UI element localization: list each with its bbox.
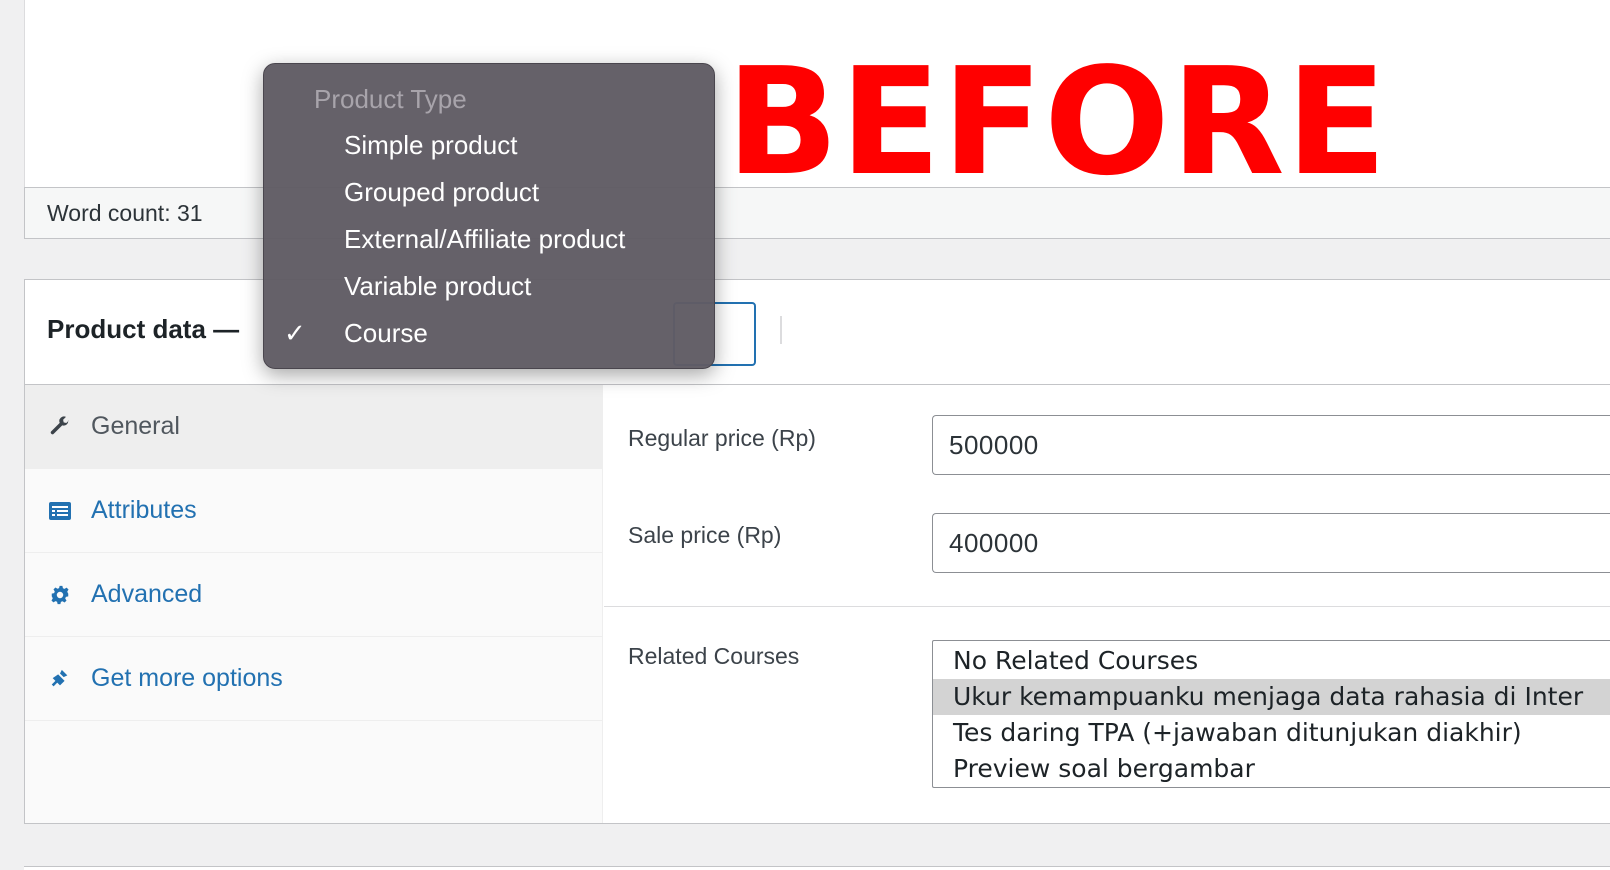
product-type-dropdown-menu: Product Type Simple product Grouped prod…: [263, 63, 715, 369]
menu-item-label: Simple product: [344, 130, 518, 160]
product-data-tabs: General Attributes Advanced Get more opt…: [25, 385, 603, 823]
word-count: Word count: 31: [47, 199, 203, 226]
sale-price-input[interactable]: 400000: [932, 513, 1610, 573]
before-banner: BEFORE: [726, 36, 1388, 208]
header-separator: [780, 316, 782, 344]
menu-item-variable-product[interactable]: Variable product: [264, 263, 714, 310]
fields-divider: [604, 606, 1610, 607]
gear-icon: [47, 582, 73, 608]
menu-item-external-affiliate-product[interactable]: External/Affiliate product: [264, 216, 714, 263]
list-item[interactable]: Tes daring TPA (+jawaban ditunjukan diak…: [933, 715, 1610, 751]
next-panel-edge: [24, 866, 1610, 870]
menu-item-grouped-product[interactable]: Grouped product: [264, 169, 714, 216]
tab-general-label: General: [91, 412, 180, 440]
checkmark-icon: ✓: [284, 318, 306, 348]
menu-item-label: Grouped product: [344, 177, 540, 207]
tab-advanced[interactable]: Advanced: [25, 553, 602, 637]
list-icon: [47, 498, 73, 524]
menu-item-simple-product[interactable]: Simple product: [264, 122, 714, 169]
regular-price-label: Regular price (Rp): [628, 425, 816, 451]
general-fields: Regular price (Rp) 500000 Sale price (Rp…: [604, 385, 1610, 823]
regular-price-input[interactable]: 500000: [932, 415, 1610, 475]
tab-general[interactable]: General: [25, 385, 602, 469]
sale-price-label: Sale price (Rp): [628, 522, 782, 548]
list-item[interactable]: No Related Courses: [933, 643, 1610, 679]
wrench-icon: [47, 414, 73, 440]
list-item[interactable]: Ukur kemampuanku menjaga data rahasia di…: [933, 679, 1610, 715]
plugin-icon: [47, 666, 73, 692]
tab-attributes-label: Attributes: [91, 496, 197, 524]
related-courses-listbox[interactable]: No Related Courses Ukur kemampuanku menj…: [932, 640, 1610, 788]
editor-status-bar: Word count: 31: [24, 187, 1610, 239]
product-data-title: Product data —: [47, 314, 240, 344]
tab-get-more-options[interactable]: Get more options: [25, 637, 602, 721]
tab-get-more-options-label: Get more options: [91, 664, 283, 692]
menu-item-label: External/Affiliate product: [344, 224, 626, 254]
dropdown-group-header: Product Type: [314, 84, 467, 114]
tab-attributes[interactable]: Attributes: [25, 469, 602, 553]
menu-item-label: Variable product: [344, 271, 532, 301]
list-item[interactable]: Preview soal bergambar: [933, 751, 1610, 787]
tab-advanced-label: Advanced: [91, 580, 203, 608]
menu-item-label: Course: [344, 318, 428, 348]
product-data-panel: Product data — General Attributes Advanc…: [24, 279, 1610, 824]
related-courses-label: Related Courses: [628, 643, 800, 669]
menu-item-course[interactable]: ✓ Course: [264, 310, 714, 357]
